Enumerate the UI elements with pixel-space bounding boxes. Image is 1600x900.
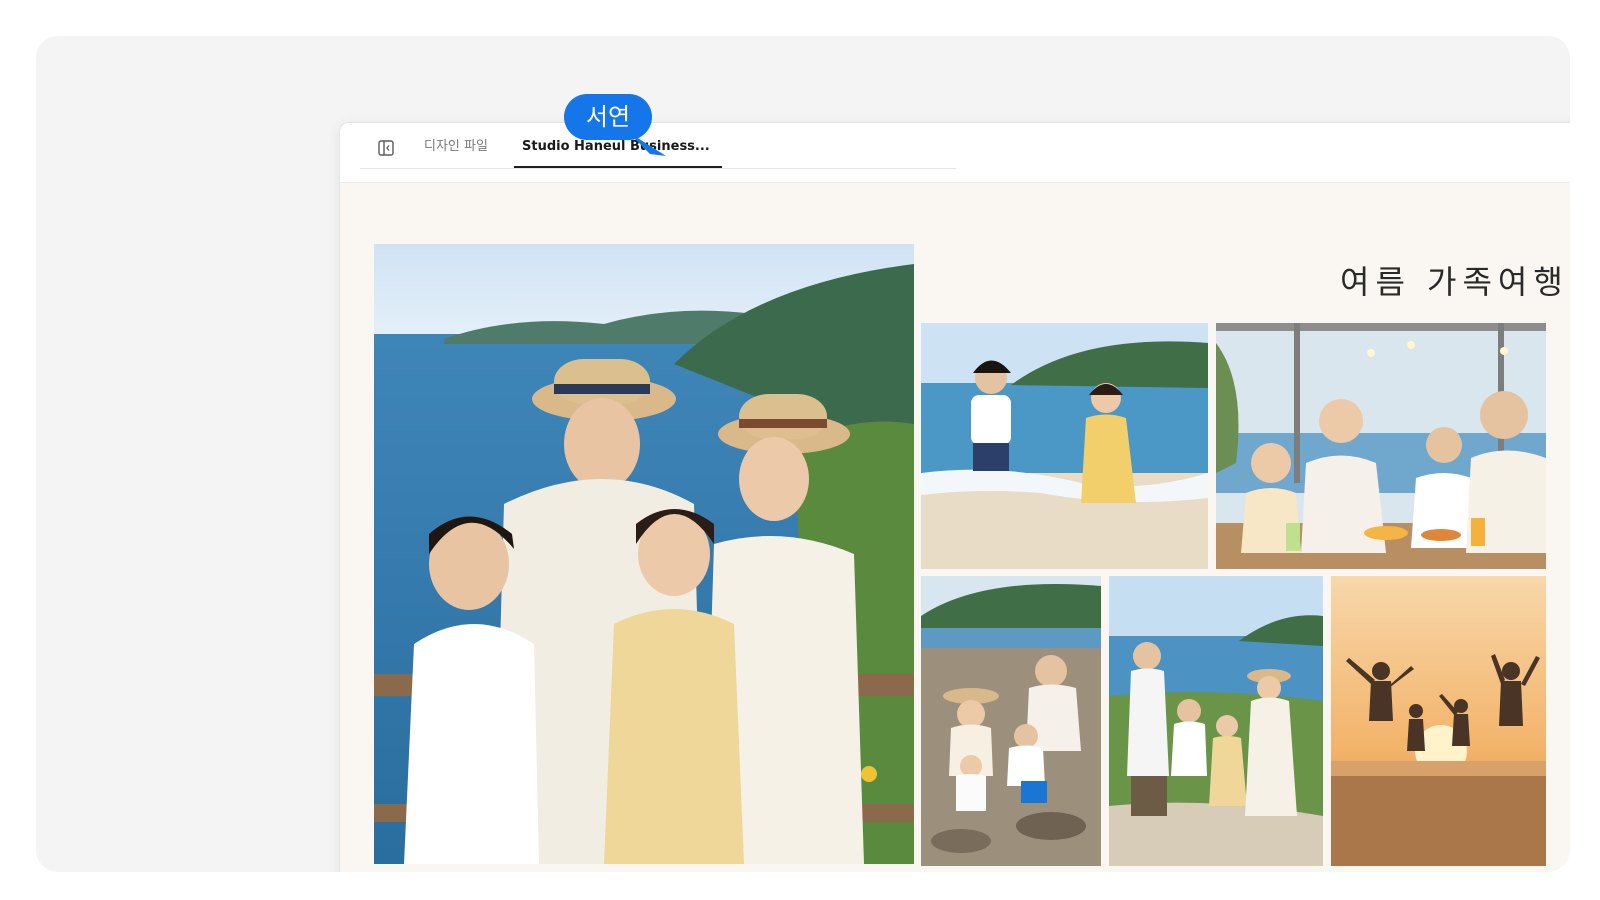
- active-tab-indicator: [514, 166, 722, 168]
- design-editor-window: 디자인 파일 Studio Haneul Business... 여름 가족여행: [339, 122, 1570, 872]
- document-title[interactable]: 여름 가족여행: [1340, 257, 1569, 303]
- photo-sunset-jump[interactable]: [1331, 576, 1546, 866]
- tab-design-files[interactable]: 디자인 파일: [424, 137, 488, 157]
- photo-coastal-walk[interactable]: [1109, 576, 1323, 866]
- tab-bar: 디자인 파일 Studio Haneul Business...: [340, 123, 1570, 183]
- tab-studio-haneul[interactable]: Studio Haneul Business...: [522, 137, 710, 157]
- sidebar-toggle-icon: [378, 140, 394, 156]
- photo-tide-pool[interactable]: [921, 576, 1101, 866]
- collaborator-cursor-badge: 서연: [564, 94, 652, 140]
- sidebar-toggle-button[interactable]: [376, 138, 396, 158]
- hero-family-photo[interactable]: [374, 244, 914, 864]
- photo-kids-running-beach[interactable]: [921, 323, 1208, 569]
- desktop-backdrop: 디자인 파일 Studio Haneul Business... 여름 가족여행: [36, 36, 1570, 872]
- design-canvas[interactable]: 여름 가족여행: [340, 183, 1570, 872]
- photo-family-dinner[interactable]: [1216, 323, 1546, 569]
